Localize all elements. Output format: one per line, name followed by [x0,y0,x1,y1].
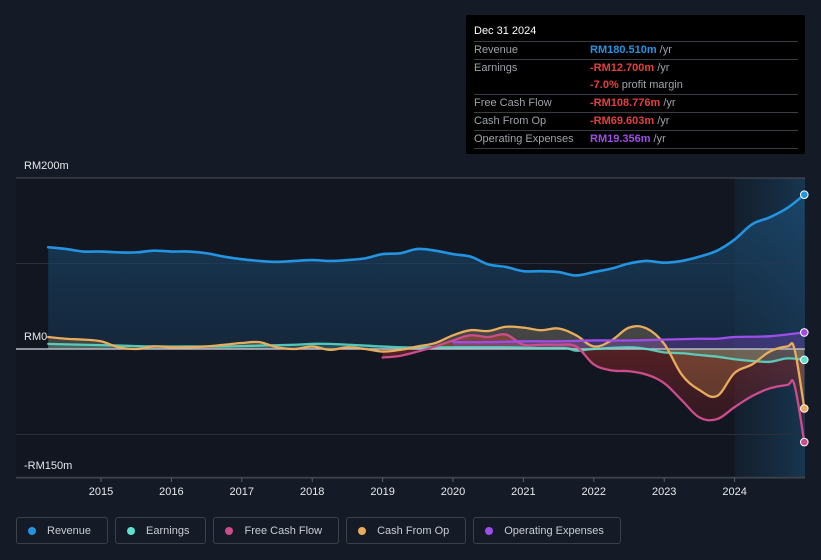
operating-expenses-endpoint[interactable] [799,328,809,337]
free-cash-flow-dot-icon [225,526,234,535]
revenue-dot-icon [28,526,36,535]
legend-item-cash-from-op[interactable]: Cash From Op [346,517,467,544]
legend-label: Cash From Op [377,524,450,537]
tooltip-unit: /yr [659,44,672,56]
x-tick-label: 2020 [441,486,465,498]
tooltip-value: -7.0% [590,79,619,91]
legend-label: Revenue [47,524,92,537]
legend-label: Free Cash Flow [244,524,323,537]
tooltip-label: Operating Expenses [474,133,574,145]
tooltip-label: Cash From Op [474,115,547,127]
legend-item-operating-expenses[interactable]: Operating Expenses [473,517,621,544]
tooltip-value: -RM12.700m [590,62,655,74]
chart-legend: Revenue Earnings Free Cash Flow Cash Fro… [16,517,621,544]
x-tick-label: 2024 [722,486,746,498]
revenue-endpoint[interactable] [799,190,809,199]
y-tick-label-bottom: -RM150m [24,460,73,472]
tooltip-row-revenue: Revenue RM180.510m /yr [474,41,798,59]
free-cash-flow-endpoint[interactable] [799,437,809,447]
tooltip-value: -RM69.603m [590,115,655,127]
x-tick-label: 2019 [370,486,394,498]
earnings-dot-icon [127,526,136,535]
x-tick-label: 2017 [230,486,254,498]
cash-from-op-dot-icon [358,526,367,535]
legend-label: Operating Expenses [504,524,604,537]
tooltip-value: -RM108.776m [590,97,661,109]
tooltip-row-operating-expenses: Operating Expenses RM19.356m /yr [474,130,798,149]
tooltip-unit: /yr [663,97,676,109]
tooltip-row-profit-margin: -7.0% profit margin [474,77,798,94]
earnings-endpoint[interactable] [799,355,809,365]
tooltip-value: RM19.356m [590,133,651,145]
x-tick-label: 2016 [159,486,183,498]
tooltip-label [474,77,590,94]
x-tick-label: 2015 [89,486,113,498]
tooltip-unit: profit margin [621,79,683,91]
tooltip-row-free-cash-flow: Free Cash Flow -RM108.776m /yr [474,94,798,112]
tooltip-row-cash-from-op: Cash From Op -RM69.603m /yr [474,112,798,130]
y-tick-label-zero: RM0 [24,331,48,343]
x-tick-label: 2021 [511,486,535,498]
cash-from-op-endpoint[interactable] [799,404,809,413]
operating-expenses-dot-icon [485,526,494,535]
x-tick-label: 2022 [582,486,606,498]
data-tooltip: Dec 31 2024 Revenue RM180.510m /yr Earni… [466,15,805,154]
tooltip-date: Dec 31 2024 [474,25,537,37]
legend-item-earnings[interactable]: Earnings [115,517,207,544]
tooltip-unit: /yr [657,115,670,127]
tooltip-label: Revenue [474,44,519,56]
tooltip-value: RM180.510m [590,44,657,56]
legend-label: Earnings [146,524,190,537]
legend-item-free-cash-flow[interactable]: Free Cash Flow [213,517,340,544]
x-axis: 2015 2016 2017 2018 2019 2020 2021 2022 2023 2024 [16,477,805,498]
y-tick-label-top: RM200m [24,160,69,172]
tooltip-row-earnings: Earnings -RM12.700m /yr [474,59,798,77]
tooltip-unit: /yr [657,62,670,74]
tooltip-unit: /yr [653,133,666,145]
legend-item-revenue[interactable]: Revenue [16,517,109,544]
x-tick-label: 2018 [300,486,324,498]
x-tick-label: 2023 [652,486,676,498]
tooltip-label: Free Cash Flow [474,97,552,109]
tooltip-label: Earnings [474,62,518,74]
